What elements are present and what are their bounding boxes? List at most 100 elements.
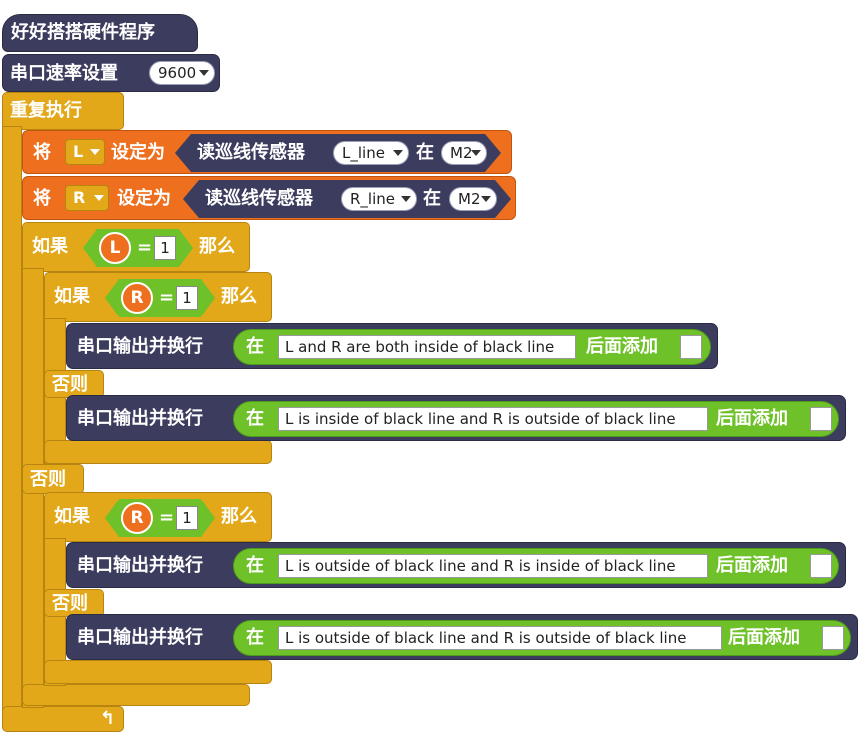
line-sensor-reader-l[interactable]: 读巡线传感器 L_line 在 M2: [175, 134, 501, 172]
at-label: 在: [416, 142, 434, 163]
at-label: 在: [246, 627, 264, 648]
caret-down-icon: [199, 70, 209, 76]
baud-rate-value: 9600: [158, 64, 197, 82]
serial-rate-label: 串口速率设置: [10, 63, 118, 84]
if-r2-else-bar[interactable]: 否则: [44, 589, 104, 617]
if-label: 如果: [54, 506, 90, 527]
set-label-prefix: 将: [33, 142, 51, 163]
if-l-block-bottom: [22, 684, 250, 706]
hat-label: 好好搭搭硬件程序: [11, 22, 155, 43]
if-l-else-bar[interactable]: 否则: [22, 464, 84, 494]
equals-operator: =: [159, 287, 175, 308]
variable-l-name: L: [73, 142, 84, 161]
at-label: 在: [246, 336, 264, 357]
join-string-reporter[interactable]: 在 L is inside of black line and R is out…: [233, 401, 839, 437]
loop-arrow-icon: ↰: [99, 708, 115, 729]
sensor-l-dropdown[interactable]: L_line: [333, 141, 409, 165]
append-text-input[interactable]: [810, 407, 832, 431]
if-r2-block-top[interactable]: 如果 R = 1 那么: [44, 492, 272, 542]
append-text-input[interactable]: [810, 554, 832, 578]
value-input[interactable]: 1: [176, 506, 198, 530]
caret-down-icon: [471, 150, 481, 156]
if-label: 如果: [54, 286, 90, 307]
caret-down-icon: [393, 150, 403, 156]
serial-rate-block[interactable]: 串口速率设置 9600: [2, 54, 220, 92]
serial-println-block[interactable]: 串口输出并换行 在 L and R are both inside of bla…: [66, 323, 718, 369]
forever-label: 重复执行: [10, 100, 82, 121]
println-label: 串口输出并换行: [77, 627, 203, 648]
sensor-r-value: R_line: [350, 190, 395, 208]
then-label: 那么: [221, 286, 257, 307]
if-r1-else-bar[interactable]: 否则: [44, 370, 104, 398]
port-l-value: M2: [450, 144, 473, 162]
append-label: 后面添加: [716, 555, 788, 576]
equals-operator: =: [137, 237, 153, 258]
line-sensor-reader-r[interactable]: 读巡线传感器 R_line 在 M2: [183, 180, 511, 218]
at-label: 在: [246, 555, 264, 576]
caret-down-icon: [401, 196, 411, 202]
else-label: 否则: [52, 593, 88, 614]
set-variable-l-block[interactable]: 将 L 设定为 读巡线传感器 L_line 在 M2: [22, 130, 512, 174]
port-r-dropdown[interactable]: M2: [449, 187, 497, 211]
println-label: 串口输出并换行: [77, 555, 203, 576]
forever-loop-bottom[interactable]: ↰: [2, 706, 124, 732]
serial-println-block[interactable]: 串口输出并换行 在 L is outside of black line and…: [66, 614, 858, 660]
text-input[interactable]: L and R are both inside of black line: [278, 335, 576, 359]
program-hat-block[interactable]: 好好搭搭硬件程序: [2, 14, 198, 52]
variable-r-dropdown[interactable]: R: [65, 185, 109, 211]
set-variable-r-block[interactable]: 将 R 设定为 读巡线传感器 R_line 在 M2: [22, 176, 516, 220]
join-string-reporter[interactable]: 在 L is outside of black line and R is in…: [233, 548, 839, 584]
if-r1-block-bottom: [44, 440, 272, 464]
serial-println-block[interactable]: 串口输出并换行 在 L is outside of black line and…: [66, 542, 846, 588]
append-text-input[interactable]: [680, 335, 702, 359]
forever-loop-top[interactable]: 重复执行: [2, 92, 124, 130]
value-input[interactable]: 1: [154, 236, 176, 260]
else-label: 否则: [30, 469, 66, 490]
reader-label: 读巡线传感器: [205, 188, 313, 209]
value-input[interactable]: 1: [176, 286, 198, 310]
baud-rate-dropdown[interactable]: 9600: [149, 61, 215, 85]
sensor-l-value: L_line: [342, 144, 385, 162]
variable-r-name: R: [73, 188, 86, 207]
append-text-input[interactable]: [822, 626, 844, 650]
variable-r-reporter[interactable]: R: [121, 502, 153, 534]
variable-l-reporter[interactable]: L: [99, 232, 131, 264]
if-label: 如果: [32, 236, 68, 257]
set-label-prefix: 将: [33, 188, 51, 209]
text-input[interactable]: L is outside of black line and R is insi…: [278, 554, 708, 578]
at-label: 在: [246, 408, 264, 429]
else-label: 否则: [52, 374, 88, 395]
forever-loop-arm: [2, 126, 22, 712]
println-label: 串口输出并换行: [77, 408, 203, 429]
at-label: 在: [423, 188, 441, 209]
variable-r-reporter[interactable]: R: [121, 282, 153, 314]
append-label: 后面添加: [586, 336, 658, 357]
if-r2-block-bottom: [44, 660, 272, 684]
append-label: 后面添加: [728, 627, 800, 648]
text-input[interactable]: L is inside of black line and R is outsi…: [278, 407, 708, 431]
if-r1-block-top[interactable]: 如果 R = 1 那么: [44, 272, 272, 322]
serial-println-block[interactable]: 串口输出并换行 在 L is inside of black line and …: [66, 395, 846, 441]
port-r-value: M2: [458, 190, 481, 208]
println-label: 串口输出并换行: [77, 336, 203, 357]
join-string-reporter[interactable]: 在 L and R are both inside of black line …: [233, 329, 711, 365]
then-label: 那么: [199, 236, 235, 257]
caret-down-icon: [94, 195, 104, 201]
text-input[interactable]: L is outside of black line and R is outs…: [278, 626, 722, 650]
join-string-reporter[interactable]: 在 L is outside of black line and R is ou…: [233, 620, 851, 656]
sensor-r-dropdown[interactable]: R_line: [341, 187, 417, 211]
then-label: 那么: [221, 506, 257, 527]
caret-down-icon: [90, 149, 100, 155]
equals-condition-r[interactable]: R = 1: [105, 499, 215, 537]
set-label-suffix: 设定为: [117, 188, 171, 209]
set-label-suffix: 设定为: [111, 142, 165, 163]
append-label: 后面添加: [716, 408, 788, 429]
reader-label: 读巡线传感器: [197, 142, 305, 163]
if-l-block-top[interactable]: 如果 L = 1 那么: [22, 222, 250, 272]
variable-l-dropdown[interactable]: L: [65, 139, 105, 165]
equals-condition-r[interactable]: R = 1: [105, 279, 215, 317]
equals-operator: =: [159, 507, 175, 528]
equals-condition-l[interactable]: L = 1: [83, 229, 193, 267]
caret-down-icon: [481, 196, 491, 202]
port-l-dropdown[interactable]: M2: [441, 141, 487, 165]
